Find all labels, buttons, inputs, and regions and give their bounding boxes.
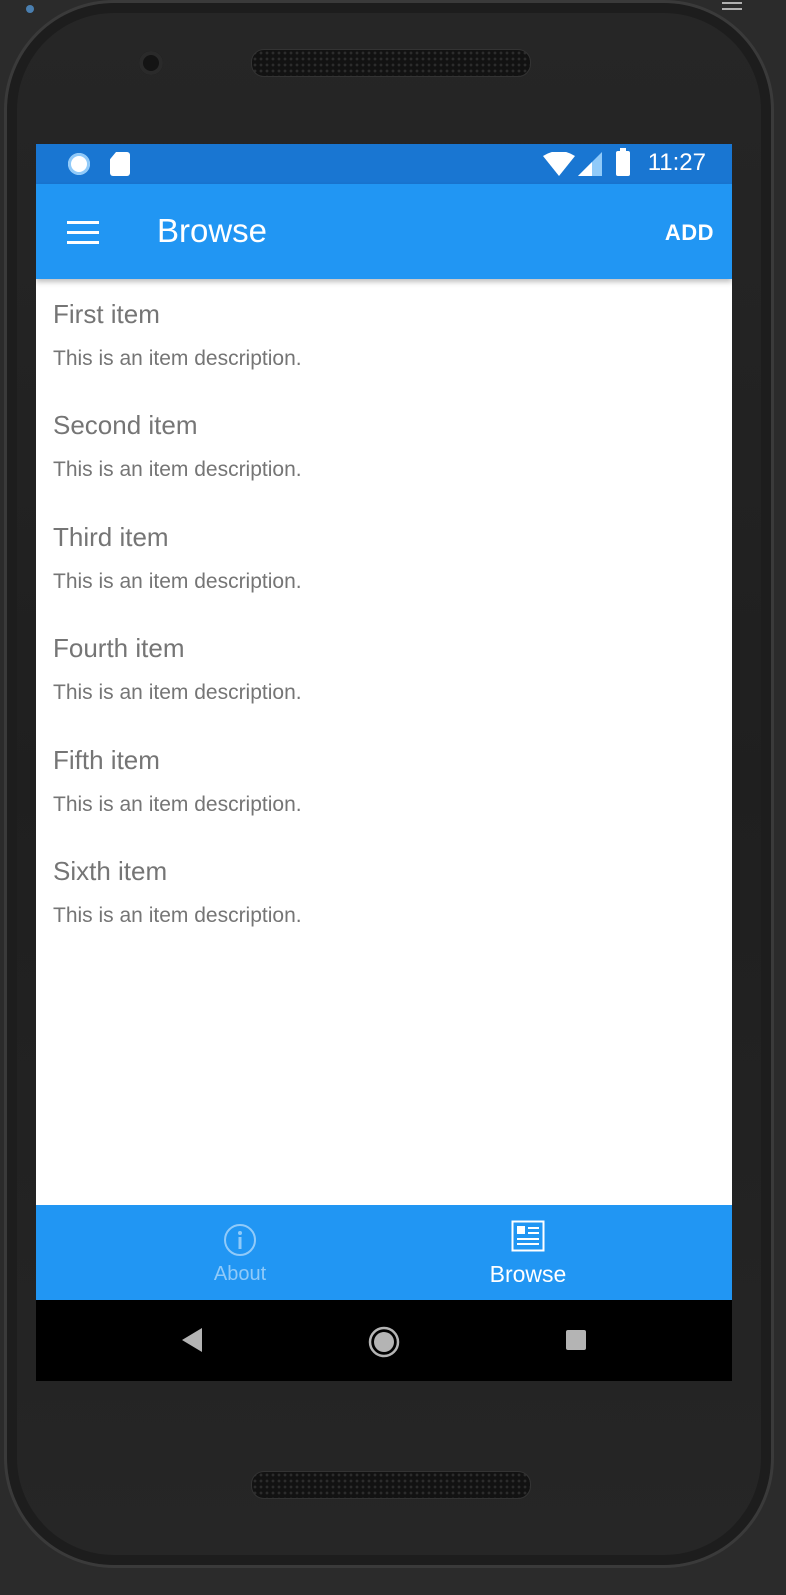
list-item[interactable]: Third item This is an item description. <box>53 502 713 613</box>
app-bar: Browse ADD <box>36 184 732 279</box>
status-bar: 11:27 <box>36 144 732 184</box>
battery-icon <box>616 148 630 176</box>
sd-card-icon <box>110 152 130 176</box>
info-icon <box>224 1224 256 1256</box>
status-time: 11:27 <box>647 149 706 176</box>
item-list: First item This is an item description. … <box>36 279 732 1205</box>
browse-icon <box>511 1220 545 1252</box>
list-item[interactable]: Fifth item This is an item description. <box>53 725 713 836</box>
item-title: Third item <box>53 522 169 552</box>
item-description: This is an item description. <box>53 793 302 816</box>
item-title: Fourth item <box>53 633 185 663</box>
item-title: Sixth item <box>53 856 168 886</box>
item-title: First item <box>53 299 160 329</box>
signal-icon <box>578 152 602 176</box>
background-menu-icon <box>722 2 742 16</box>
item-description: This is an item description. <box>53 458 302 481</box>
top-speaker-grille <box>251 49 531 77</box>
item-description: This is an item description. <box>53 570 302 593</box>
item-description: This is an item description. <box>53 347 302 370</box>
tab-browse-label: Browse <box>489 1261 567 1287</box>
list-item[interactable]: Fourth item This is an item description. <box>53 613 713 724</box>
page-title: Browse <box>157 212 268 249</box>
tab-browse[interactable]: Browse <box>354 1205 702 1300</box>
back-icon[interactable] <box>180 1327 204 1353</box>
front-camera <box>139 51 163 75</box>
wifi-icon <box>543 152 575 176</box>
item-title: Fifth item <box>53 745 160 775</box>
sync-icon <box>68 153 90 175</box>
bottom-speaker-grille <box>251 1471 531 1499</box>
home-icon[interactable] <box>368 1326 400 1358</box>
item-description: This is an item description. <box>53 681 302 704</box>
list-item[interactable]: Sixth item This is an item description. <box>53 836 713 947</box>
list-item[interactable]: Second item This is an item description. <box>53 390 713 501</box>
system-navigation-bar <box>36 1300 732 1381</box>
list-item[interactable]: First item This is an item description. <box>53 279 713 390</box>
bottom-navigation: About Browse <box>36 1205 732 1300</box>
add-button[interactable]: ADD <box>665 220 714 246</box>
item-description: This is an item description. <box>53 904 302 927</box>
background-window-dot <box>26 5 34 13</box>
device-screen: 11:27 Browse ADD First item This is an i… <box>36 144 732 1381</box>
hamburger-icon[interactable] <box>67 221 99 244</box>
recents-icon[interactable] <box>566 1330 586 1350</box>
item-title: Second item <box>53 410 198 440</box>
